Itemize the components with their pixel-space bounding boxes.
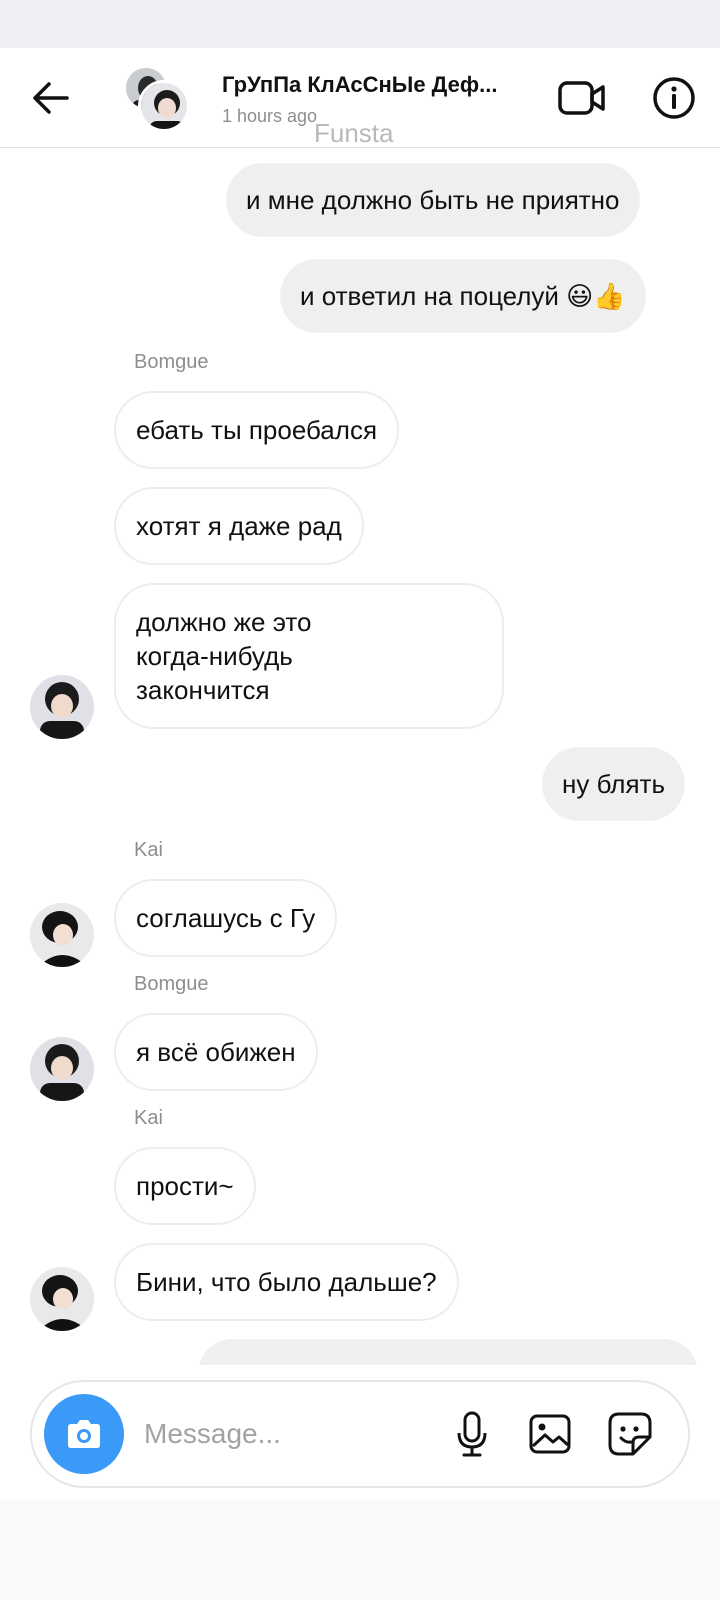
message-input[interactable]	[144, 1412, 434, 1456]
microphone-icon	[457, 1411, 487, 1457]
gallery-button[interactable]	[522, 1406, 578, 1462]
camera-button[interactable]	[44, 1394, 124, 1474]
gallery-icon	[529, 1414, 571, 1454]
message-bubble-incoming[interactable]: хотят я даже рад	[114, 487, 364, 565]
avatar-bomgue[interactable]	[30, 1037, 94, 1101]
message-thread[interactable]: и мне должно быть не приятно и ответил н…	[0, 149, 720, 1365]
message-bubble-incoming[interactable]: Бини, что было дальше?	[114, 1243, 459, 1321]
message-bubble-outgoing[interactable]: ну блять	[542, 747, 686, 821]
last-active-status: 1 hours ago	[222, 106, 318, 126]
message-composer	[30, 1380, 690, 1488]
message-bubble-outgoing-partial[interactable]	[198, 1339, 698, 1365]
info-icon	[653, 77, 695, 119]
watermark: Funsta	[314, 118, 394, 148]
avatar-member-front	[138, 80, 190, 132]
message-bubble-incoming[interactable]: я всё обижен	[114, 1013, 318, 1091]
group-avatar[interactable]	[124, 66, 190, 132]
video-call-button[interactable]	[556, 72, 608, 124]
avatar-bomgue[interactable]	[30, 675, 94, 739]
status-bar	[0, 0, 720, 48]
message-bubble-outgoing[interactable]: и ответил на поцелуй 😃👍	[280, 259, 646, 333]
avatar-kai[interactable]	[30, 903, 94, 967]
info-button[interactable]	[648, 72, 700, 124]
video-camera-icon	[558, 81, 605, 115]
sticker-icon	[608, 1412, 652, 1456]
back-arrow-icon	[33, 82, 69, 114]
camera-icon	[68, 1420, 100, 1448]
chat-title[interactable]: ГрУпПа КлАсСнЫе Деф...	[222, 72, 532, 98]
message-bubble-incoming[interactable]: прости~	[114, 1147, 256, 1225]
sender-name: Bomgue	[134, 351, 209, 373]
message-bubble-incoming[interactable]: должно же это когда-нибудь закончится	[114, 583, 504, 729]
sender-name: Kai	[134, 1107, 163, 1129]
message-bubble-incoming[interactable]: соглашусь с Гу	[114, 879, 338, 957]
message-bubble-outgoing[interactable]: и мне должно быть не приятно	[226, 163, 640, 237]
sticker-button[interactable]	[602, 1406, 658, 1462]
sender-name: Kai	[134, 839, 163, 861]
message-bubble-incoming[interactable]: ебать ты проебался	[114, 391, 400, 469]
chat-header: ГрУпПа КлАсСнЫе Деф... 1 hours ago Funst…	[0, 48, 720, 148]
voice-message-button[interactable]	[444, 1406, 500, 1462]
navigation-bar-area	[0, 1500, 720, 1600]
back-button[interactable]	[26, 74, 74, 122]
avatar-kai[interactable]	[30, 1267, 94, 1331]
sender-name: Bomgue	[134, 973, 209, 995]
